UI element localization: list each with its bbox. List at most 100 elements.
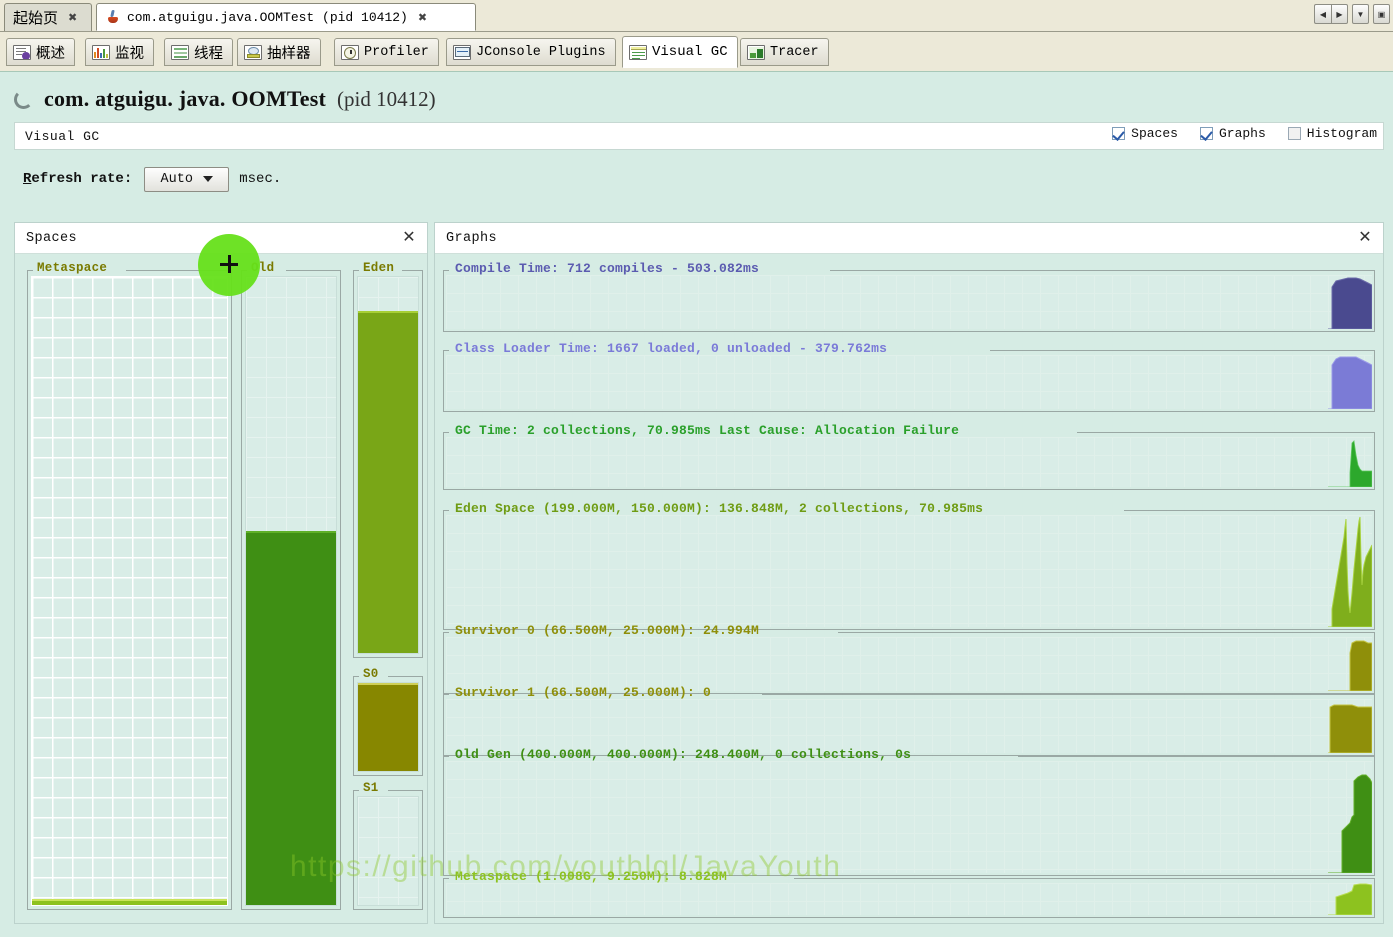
space-label-s1: S1: [363, 781, 379, 795]
tracer-icon: [747, 44, 765, 60]
refresh-rate-unit: msec.: [239, 171, 282, 187]
space-group-old[interactable]: Old: [241, 261, 341, 910]
tab-tracer[interactable]: Tracer: [740, 38, 829, 66]
close-icon[interactable]: ✕: [400, 229, 418, 247]
space-well-s0: [357, 682, 419, 772]
space-label-metaspace: Metaspace: [37, 261, 108, 275]
scroll-left-button[interactable]: ◀: [1314, 4, 1331, 24]
space-well-metaspace: [31, 276, 228, 906]
space-label-eden: Eden: [363, 261, 395, 275]
jconsole-icon: [453, 44, 471, 60]
checkbox-histogram-label: Histogram: [1306, 126, 1377, 141]
scroll-right-button[interactable]: ▶: [1331, 4, 1348, 24]
visualgc-icon: [629, 44, 647, 60]
tab-sampler[interactable]: 抽样器: [237, 38, 321, 66]
tab-threads[interactable]: 线程: [164, 38, 233, 66]
graph-row-metaspace[interactable]: Metaspace (1.008G, 9.250M): 8.828M: [443, 869, 1375, 918]
graph-row-class-loader-time[interactable]: Class Loader Time: 1667 loaded, 0 unload…: [443, 341, 1375, 412]
close-icon[interactable]: ✕: [1356, 229, 1374, 247]
graph-row-compile-time[interactable]: Compile Time: 712 compiles - 503.082ms: [443, 261, 1375, 332]
spaces-panel-title: Spaces: [26, 230, 78, 246]
space-group-metaspace[interactable]: Metaspace: [27, 261, 232, 910]
display-options: Spaces Graphs Histogram: [1112, 126, 1377, 141]
window-tab-bar: 起始页 ✖ com.atguigu.java.OOMTest (pid 1041…: [0, 0, 1393, 32]
overview-icon: [13, 44, 31, 60]
tab-list-dropdown-button[interactable]: ▼: [1352, 4, 1369, 24]
checkbox-histogram[interactable]: Histogram: [1287, 126, 1377, 141]
threads-icon: [171, 44, 189, 60]
visual-gc-label: Visual GC: [25, 128, 100, 144]
graph-row-eden-space[interactable]: Eden Space (199.000M, 150.000M): 136.848…: [443, 501, 1375, 630]
space-bar-eden: [358, 310, 418, 653]
space-label-old: Old: [251, 261, 275, 275]
tab-label: Profiler: [364, 44, 429, 60]
graphs-panel-title: Graphs: [446, 230, 498, 246]
space-bar-metaspace: [32, 898, 227, 905]
graphs-panel-header: Graphs ✕: [435, 223, 1383, 254]
visualvm-window: 起始页 ✖ com.atguigu.java.OOMTest (pid 1041…: [0, 0, 1393, 937]
checkbox-spaces-box[interactable]: [1112, 127, 1126, 140]
spaces-panel-body: Metaspace Old Eden S0 S1: [15, 254, 427, 923]
graphs-panel: Graphs ✕ Compile Time: 712 compiles - 50…: [434, 222, 1384, 924]
window-tab-label: 起始页: [13, 11, 59, 27]
graph-label-metaspace: Metaspace (1.008G, 9.250M): 8.828M: [455, 869, 728, 884]
view-tab-strip: 概述 监视 线程 抽样器 Profiler JConsole Plugins V…: [0, 32, 1393, 72]
window-tab-start-page[interactable]: 起始页 ✖: [4, 3, 92, 31]
tab-profiler[interactable]: Profiler: [334, 38, 439, 66]
checkbox-graphs[interactable]: Graphs: [1199, 126, 1266, 141]
tab-label: 概述: [36, 45, 65, 62]
chevron-down-icon: [202, 176, 213, 182]
graph-well-gc-time: [446, 437, 1372, 487]
graph-plot-survivor-0: [1328, 640, 1372, 691]
space-group-s0[interactable]: S0: [353, 667, 423, 776]
graph-plot-survivor-1: [1328, 704, 1372, 753]
tab-overview[interactable]: 概述: [6, 38, 75, 66]
space-well-s1: [357, 796, 419, 906]
refresh-rate-select[interactable]: Auto: [144, 166, 230, 192]
graph-plot-class-loader-time: [1328, 356, 1372, 409]
graph-label-old-gen: Old Gen (400.000M, 400.000M): 248.400M, …: [455, 747, 912, 762]
window-tab-label: com.atguigu.java.OOMTest (pid 10412): [127, 9, 408, 25]
graph-label-class-loader-time: Class Loader Time: 1667 loaded, 0 unload…: [455, 341, 888, 356]
window-tab-oomtest[interactable]: com.atguigu.java.OOMTest (pid 10412) ✖: [96, 3, 476, 31]
tab-label: 线程: [194, 45, 223, 62]
graph-well-class-loader-time: [446, 355, 1372, 409]
tab-label: Tracer: [770, 44, 819, 60]
checkbox-spaces[interactable]: Spaces: [1112, 126, 1178, 141]
checkbox-graphs-box[interactable]: [1199, 127, 1213, 140]
graph-plot-eden-space: [1328, 516, 1372, 627]
graph-well-compile-time: [446, 275, 1372, 329]
tab-label: Visual GC: [652, 44, 728, 60]
tab-jconsole-plugins[interactable]: JConsole Plugins: [446, 38, 616, 66]
refresh-rate-label: Refresh rate:: [23, 171, 132, 187]
maximize-window-button[interactable]: ▣: [1373, 4, 1390, 24]
space-bar-old: [246, 531, 336, 905]
space-bar-s0: [358, 683, 418, 771]
graph-well-metaspace: [446, 883, 1372, 915]
tab-visual-gc[interactable]: Visual GC: [622, 36, 738, 68]
graph-well-survivor-1: [446, 699, 1372, 753]
close-icon[interactable]: ✖: [418, 11, 427, 24]
refresh-rate-value: Auto: [160, 171, 193, 187]
window-tab-controls: ◀ ▶ ▼ ▣: [1314, 4, 1390, 24]
graph-well-old-gen: [446, 761, 1372, 873]
space-group-eden[interactable]: Eden: [353, 261, 423, 658]
graph-row-old-gen[interactable]: Old Gen (400.000M, 400.000M): 248.400M, …: [443, 747, 1375, 876]
graph-row-gc-time[interactable]: GC Time: 2 collections, 70.985ms Last Ca…: [443, 423, 1375, 490]
space-label-s0: S0: [363, 667, 379, 681]
graph-label-eden-space: Eden Space (199.000M, 150.000M): 136.848…: [455, 501, 984, 516]
close-icon[interactable]: ✖: [68, 11, 77, 24]
graph-plot-old-gen: [1328, 774, 1372, 873]
tab-label: 抽样器: [267, 45, 311, 62]
page-title: com. atguigu. java. OOMTest (pid 10412): [14, 86, 436, 112]
tab-monitor[interactable]: 监视: [85, 38, 154, 66]
space-group-s1[interactable]: S1: [353, 781, 423, 910]
sampler-icon: [244, 44, 262, 60]
graph-label-survivor-0: Survivor 0 (66.500M, 25.000M): 24.994M: [455, 623, 760, 638]
checkbox-histogram-box[interactable]: [1287, 127, 1301, 140]
visual-gc-toolbar: Visual GC Spaces Graphs Histogram: [14, 122, 1384, 150]
graph-well-survivor-0: [446, 637, 1372, 691]
graph-label-survivor-1: Survivor 1 (66.500M, 25.000M): 0: [455, 685, 712, 700]
spaces-panel: Spaces ✕ Metaspace Old Eden S0 S1: [14, 222, 428, 924]
monitor-icon: [92, 44, 110, 60]
